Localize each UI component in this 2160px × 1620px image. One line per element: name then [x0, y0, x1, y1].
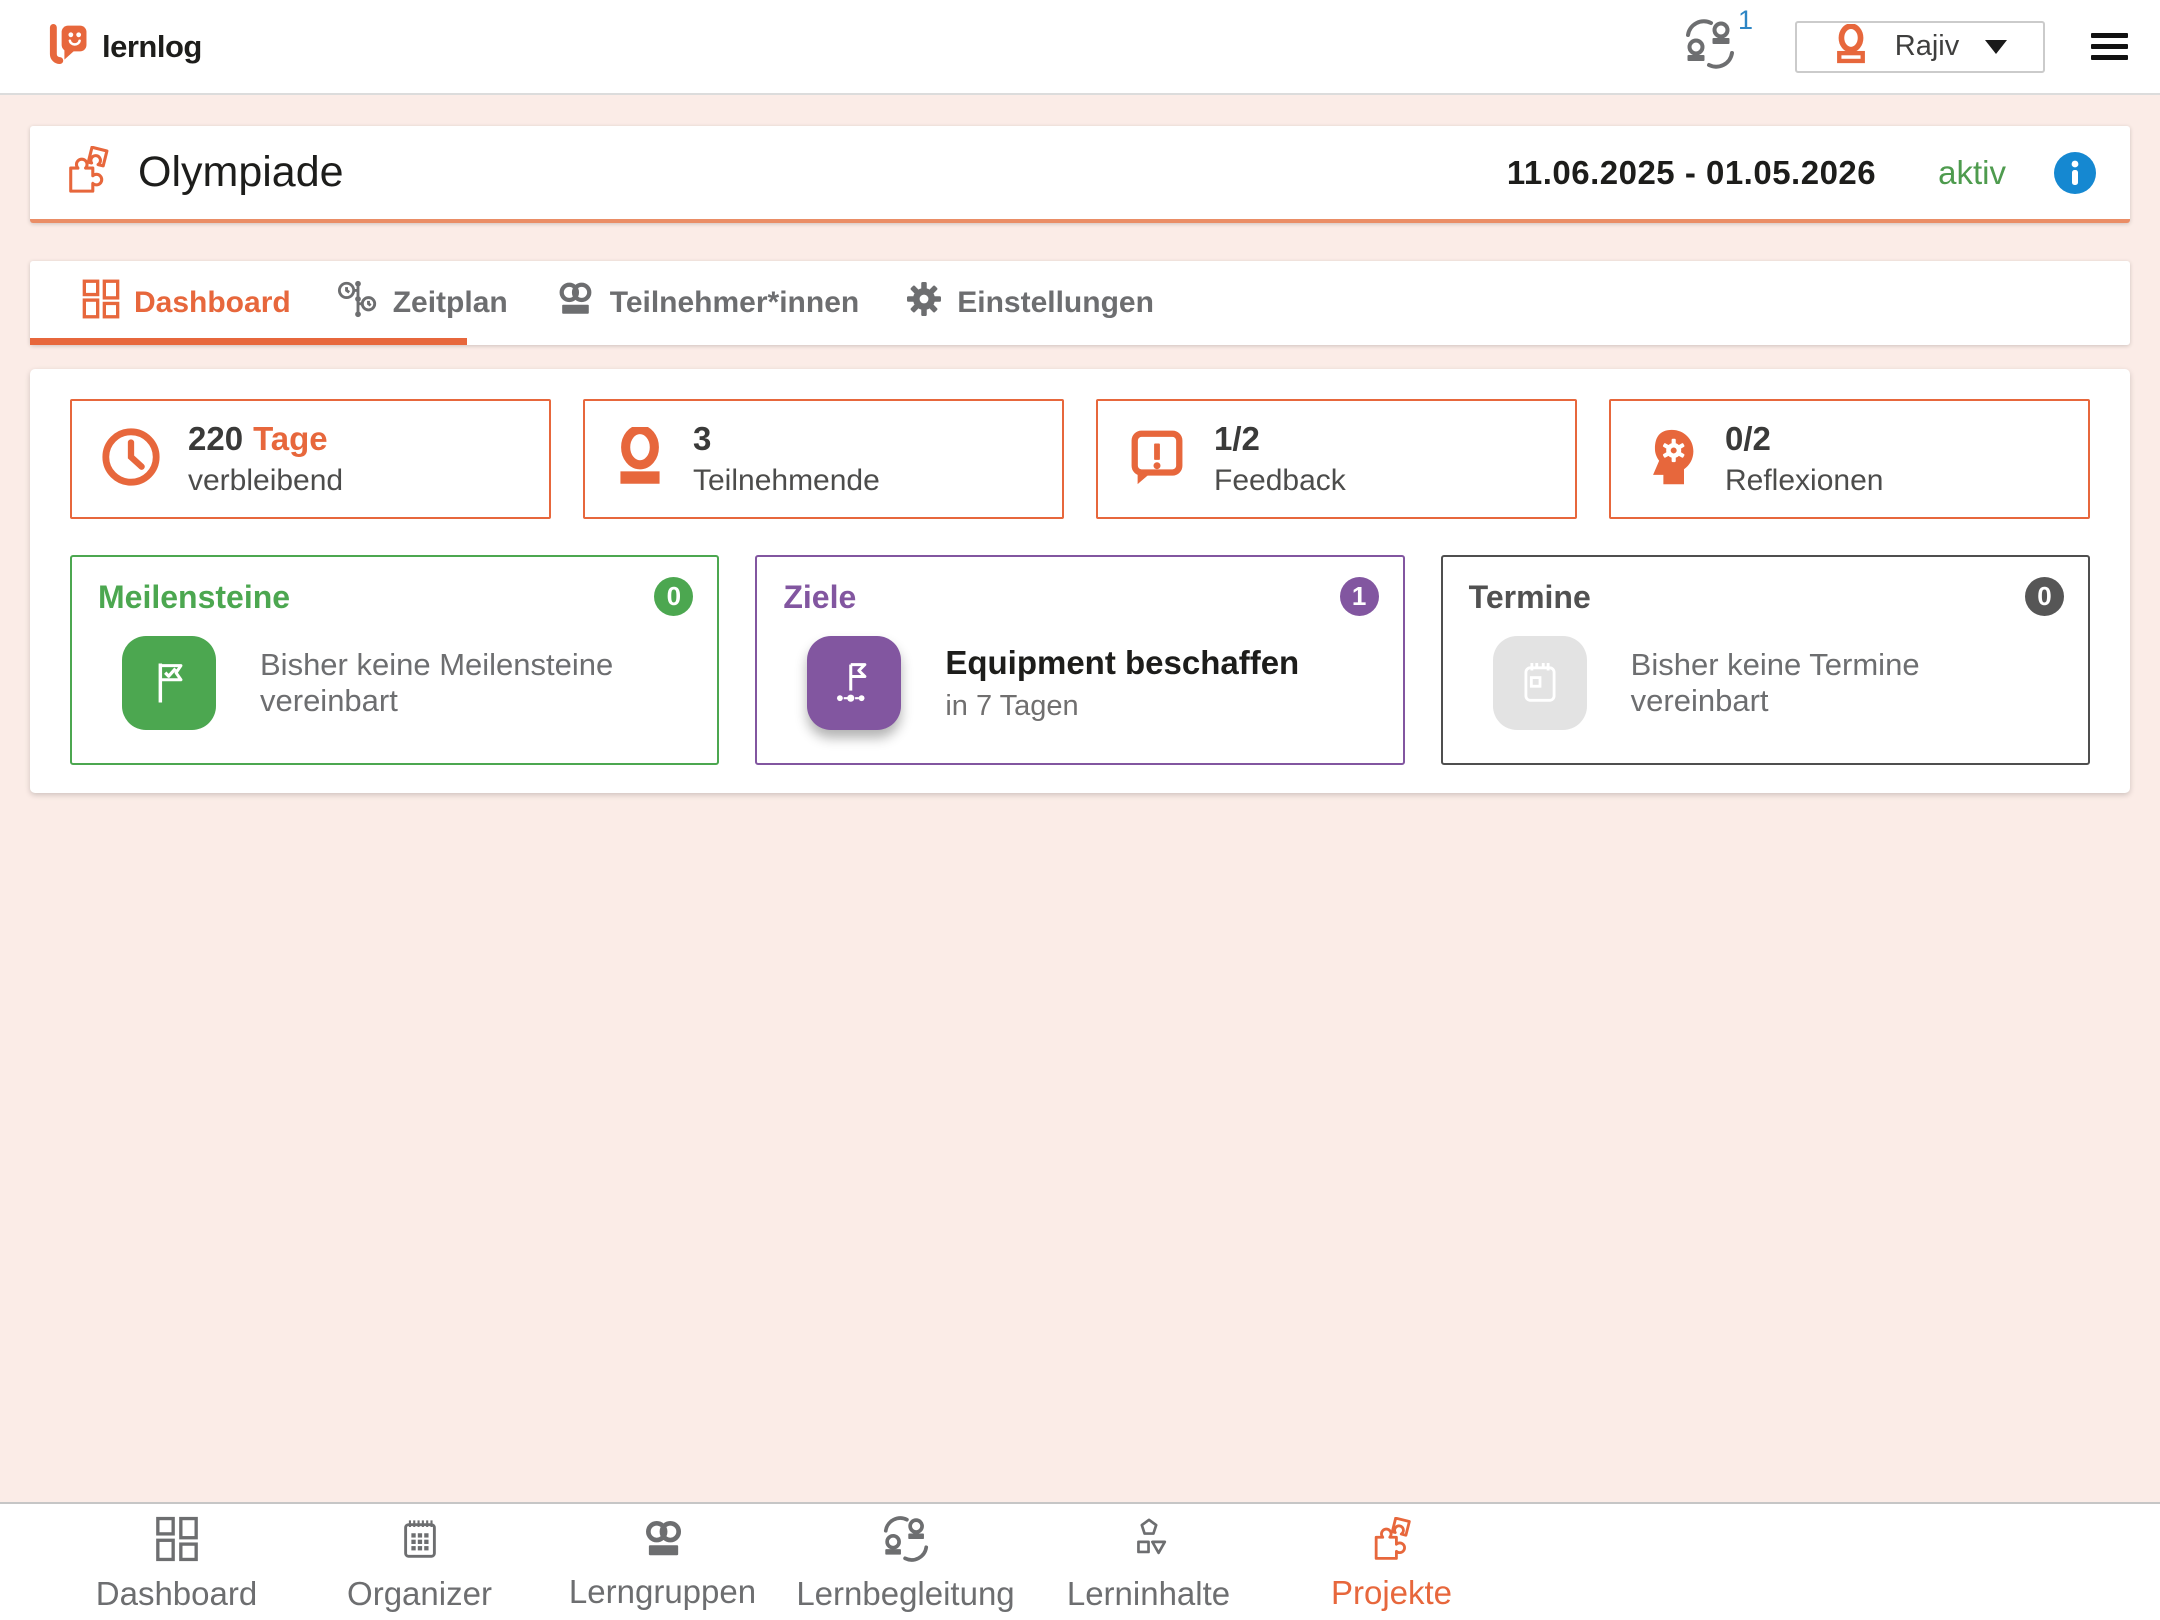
people-icon: [554, 280, 596, 326]
organizer-calendar-icon: [397, 1516, 443, 1567]
milestones-empty-text: Bisher keine Meilensteine vereinbart: [260, 647, 614, 718]
lernlog-logo-icon: [46, 21, 92, 72]
nav-label: Projekte: [1330, 1573, 1453, 1611]
nav-item-lerninhalte[interactable]: Lerninhalte: [1027, 1504, 1270, 1620]
goal-item-due: in 7 Tagen: [945, 689, 1079, 722]
tab-einstellungen[interactable]: Einstellungen: [905, 280, 1154, 326]
goals-count-badge: 1: [1339, 577, 1379, 616]
project-header: Olympiade 11.06.2025 - 01.05.2026 aktiv: [30, 126, 2130, 223]
nav-item-dashboard[interactable]: Dashboard: [55, 1504, 298, 1620]
user-menu-dropdown[interactable]: Rajiv: [1795, 20, 2045, 73]
nav-label: Lernbegleitung: [796, 1574, 1015, 1612]
goal-item-title: Equipment beschaffen: [945, 643, 1300, 681]
goal-flag-icon: [807, 636, 902, 730]
project-tabs: Dashboard Zeitplan Teilnehmer*innen Eins…: [30, 261, 2130, 345]
clock-icon: [100, 426, 162, 493]
stats-row: 220 Tage verbleibend 3 Teilnehmende 1/2 …: [70, 399, 2090, 519]
stat-value: 1/2: [1214, 420, 1260, 458]
project-title: Olympiade: [138, 148, 344, 196]
mentoring-handover-icon: [881, 1515, 931, 1567]
tab-teilnehmer[interactable]: Teilnehmer*innen: [554, 280, 860, 326]
people-icon: [640, 1518, 686, 1565]
dashboard-panel: 220 Tage verbleibend 3 Teilnehmende 1/2 …: [30, 369, 2130, 793]
stat-label: Feedback: [1214, 463, 1346, 497]
feedback-bubble-icon: [1126, 426, 1188, 493]
milestones-card[interactable]: Meilensteine 0 Bisher keine Meilensteine…: [70, 555, 720, 765]
nav-item-lerngruppen[interactable]: Lerngruppen: [541, 1504, 784, 1620]
person-icon: [613, 424, 667, 492]
stat-value: 3: [693, 420, 712, 458]
reflection-head-icon: [1639, 426, 1699, 493]
overview-cards-row: Meilensteine 0 Bisher keine Meilensteine…: [70, 555, 2090, 765]
project-status: aktiv: [1938, 153, 2006, 191]
stat-participants: 3 Teilnehmende: [583, 399, 1064, 519]
chevron-down-icon: [1985, 39, 2008, 54]
appointments-card[interactable]: Termine 0 Bisher keine Termine vereinbar…: [1440, 555, 2090, 765]
appointments-empty-text: Bisher keine Termine vereinbart: [1630, 647, 1920, 718]
shapes-icon: [1126, 1516, 1172, 1567]
notification-count-badge: 1: [1737, 5, 1753, 35]
milestone-flag-check-icon: [122, 636, 216, 730]
appointments-count-badge: 0: [2024, 577, 2064, 616]
stat-label: Teilnehmende: [693, 463, 880, 497]
tab-label: Einstellungen: [957, 286, 1154, 319]
user-person-icon: [1833, 23, 1869, 69]
logo-text: lernlog: [102, 28, 202, 64]
nav-label: Lerngruppen: [568, 1572, 757, 1610]
goals-card[interactable]: Ziele 1 Equipment beschaffen in 7 Tagen: [755, 555, 1405, 765]
stat-value: 220: [188, 420, 244, 458]
active-tab-indicator: [30, 338, 467, 345]
top-bar: lernlog 1 Rajiv: [0, 0, 2160, 95]
nav-item-projekte[interactable]: Projekte: [1270, 1504, 1513, 1620]
nav-item-organizer[interactable]: Organizer: [298, 1504, 541, 1620]
stat-label: verbleibend: [188, 463, 344, 497]
info-icon[interactable]: [2054, 151, 2096, 194]
stat-feedback: 1/2 Feedback: [1096, 399, 1577, 519]
tab-label: Dashboard: [134, 286, 291, 319]
stat-suffix: Tage: [253, 420, 328, 458]
stat-label: Reflexionen: [1725, 463, 1884, 497]
user-name: Rajiv: [1894, 30, 1960, 62]
nav-label: Lerninhalte: [1066, 1574, 1231, 1612]
tab-label: Teilnehmer*innen: [609, 286, 860, 319]
card-title: Ziele: [783, 579, 857, 615]
hamburger-menu-icon[interactable]: [2091, 33, 2128, 60]
dashboard-grid-icon: [155, 1516, 199, 1567]
timeline-clock-icon: [337, 278, 379, 328]
gear-icon: [905, 280, 943, 326]
tab-label: Zeitplan: [392, 286, 508, 319]
bottom-navigation: Dashboard Organizer Lerngruppen Lernbegl…: [0, 1502, 2160, 1620]
puzzle-icon: [1370, 1516, 1414, 1566]
nav-label: Dashboard: [95, 1574, 258, 1612]
mentoring-handover-icon: [1683, 19, 1737, 73]
appointment-calendar-icon: [1492, 636, 1587, 730]
stat-days-remaining: 220 Tage verbleibend: [70, 399, 551, 519]
nav-label: Organizer: [347, 1574, 492, 1612]
project-date-range: 11.06.2025 - 01.05.2026: [1506, 153, 1877, 191]
puzzle-icon: [64, 145, 112, 199]
dashboard-grid-icon: [82, 279, 120, 327]
stat-value: 0/2: [1725, 420, 1771, 458]
notifications-button[interactable]: 1: [1683, 5, 1753, 74]
nav-item-lernbegleitung[interactable]: Lernbegleitung: [784, 1504, 1027, 1620]
card-title: Termine: [1468, 579, 1591, 615]
app-logo[interactable]: lernlog: [46, 21, 202, 72]
stat-reflections: 0/2 Reflexionen: [1609, 399, 2090, 519]
tab-zeitplan[interactable]: Zeitplan: [337, 278, 508, 328]
tab-dashboard[interactable]: Dashboard: [82, 279, 291, 327]
card-title: Meilensteine: [98, 579, 291, 615]
